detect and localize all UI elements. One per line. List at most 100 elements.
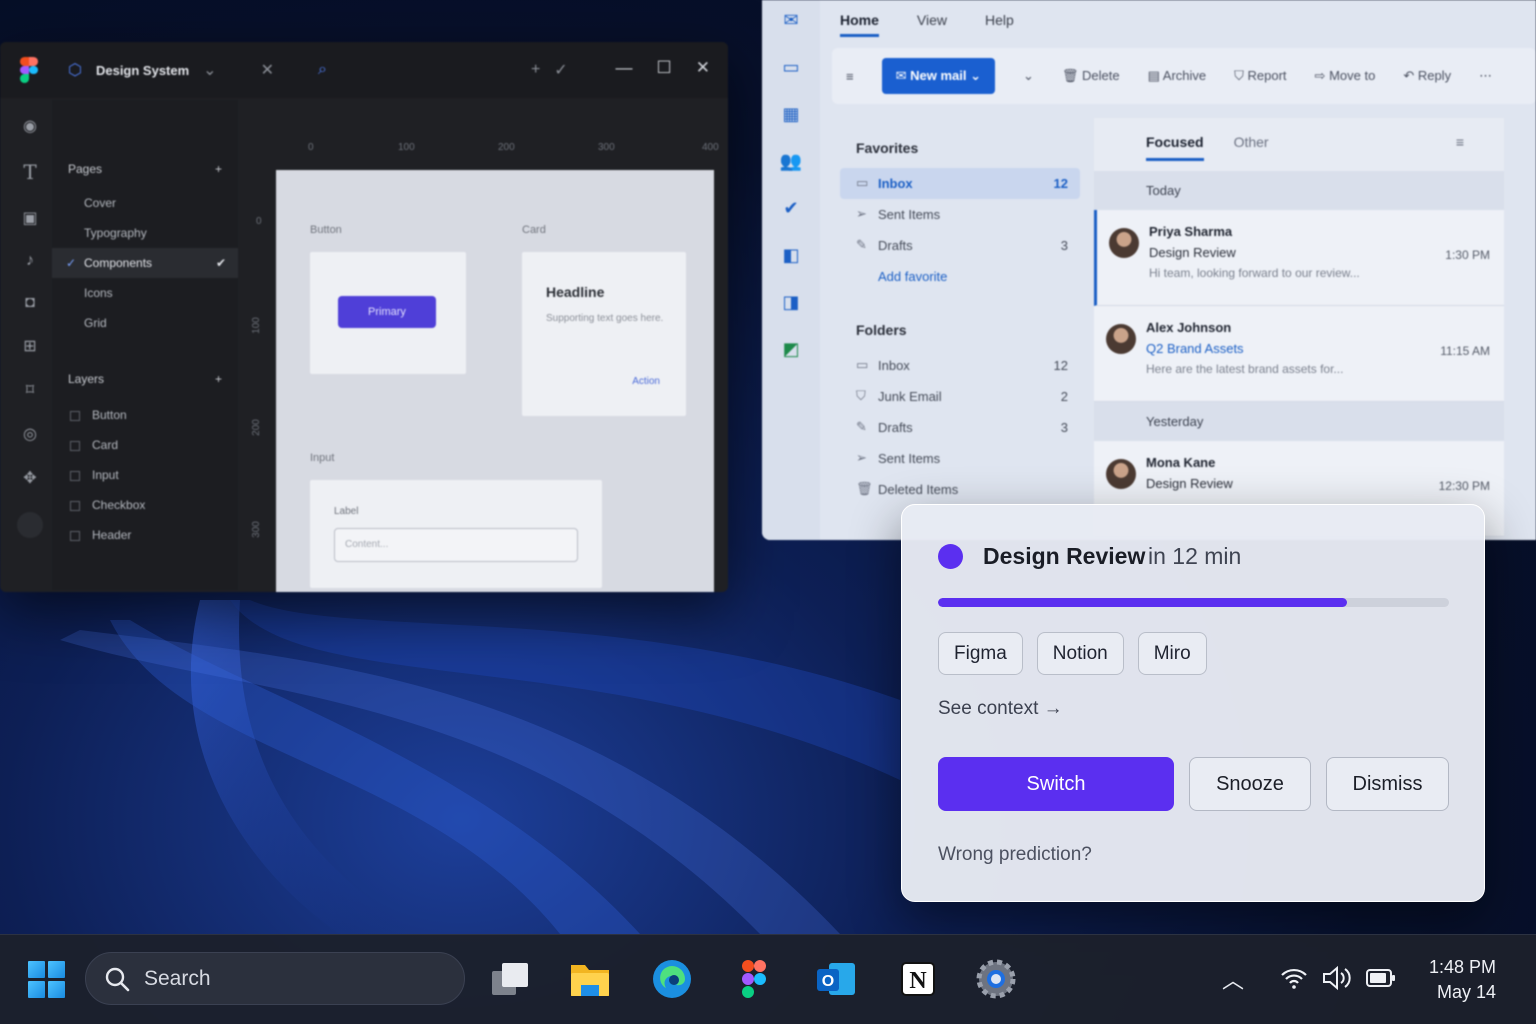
layer-item-header[interactable]: Header: [52, 520, 238, 550]
page-item-typography[interactable]: Typography: [52, 218, 238, 248]
pen-tool-icon[interactable]: ♪: [26, 252, 34, 270]
filter-icon[interactable]: ≡: [1456, 134, 1464, 161]
design-canvas[interactable]: Button Primary Card Headline Supporting …: [276, 170, 714, 592]
avatar[interactable]: [17, 512, 43, 538]
tab-focused[interactable]: Focused: [1146, 134, 1204, 161]
button-frame[interactable]: Primary: [310, 252, 466, 374]
page-item-grid[interactable]: Grid: [52, 308, 238, 338]
battery-icon[interactable]: [1366, 968, 1396, 988]
chevron-down-icon[interactable]: ⌄: [1023, 68, 1034, 84]
windows-start-icon[interactable]: [28, 961, 65, 998]
reply-button[interactable]: ↶ Reply: [1403, 68, 1451, 84]
minimize-icon[interactable]: —: [616, 58, 633, 78]
tab-view[interactable]: View: [917, 12, 947, 37]
add-layer-icon[interactable]: +: [215, 372, 222, 386]
see-context-link[interactable]: See context →: [938, 698, 1063, 720]
message-item[interactable]: Alex Johnson Q2 Brand Assets Here are th…: [1094, 306, 1504, 402]
text-field[interactable]: Content...: [334, 528, 578, 562]
folder-deleted-items[interactable]: 🗑 Deleted Items: [840, 474, 1080, 505]
search-box[interactable]: Search: [85, 952, 465, 1005]
close-tab-icon[interactable]: ✕: [261, 60, 274, 80]
message-item[interactable]: Priya Sharma Design Review Hi team, look…: [1094, 210, 1504, 306]
grid-tool-icon[interactable]: ⊞: [23, 336, 36, 356]
volume-icon[interactable]: [1322, 965, 1352, 991]
dismiss-button[interactable]: Dismiss: [1326, 757, 1449, 811]
report-button[interactable]: ⛉ Report: [1234, 68, 1286, 84]
layer-item-checkbox[interactable]: Checkbox: [52, 490, 238, 520]
folder-junk-email[interactable]: ⛉ Junk Email 2: [840, 381, 1080, 412]
excel-icon[interactable]: ◩: [782, 339, 799, 360]
outlook-window[interactable]: ✉ ▭ ▦ 👥 ✔ ◧ ◨ ◩ Home View Help ≡ ✉ New m…: [762, 0, 1536, 540]
folder-inbox[interactable]: ▭ Inbox 12: [840, 350, 1080, 381]
folder-drafts[interactable]: ✎ Drafts 3: [840, 412, 1080, 443]
new-mail-label: New mail: [910, 68, 967, 83]
page-item-cover[interactable]: Cover: [52, 188, 238, 218]
comment-tool-icon[interactable]: ◎: [23, 424, 37, 444]
teams-icon[interactable]: ◨: [782, 292, 799, 313]
word-icon[interactable]: ◧: [782, 245, 799, 266]
folder-sent-items[interactable]: ➢ Sent Items: [840, 443, 1080, 474]
more-icon[interactable]: ⋯: [1479, 68, 1492, 84]
card-action-link[interactable]: Action: [632, 376, 660, 387]
people-icon[interactable]: 👥: [780, 151, 802, 172]
todo-icon[interactable]: ✔: [783, 198, 798, 219]
favorite-inbox[interactable]: ▭ Inbox 12: [840, 168, 1080, 199]
settings-icon[interactable]: [974, 957, 1018, 1001]
add-favorite-link[interactable]: Add favorite: [840, 261, 1080, 292]
add-icon[interactable]: +: [531, 61, 540, 79]
group-header-yesterday[interactable]: Yesterday: [1094, 402, 1504, 441]
new-mail-button[interactable]: ✉ New mail ⌄: [881, 58, 995, 94]
wifi-icon[interactable]: [1280, 966, 1308, 990]
primary-button[interactable]: Primary: [338, 296, 436, 328]
favorite-sent-items[interactable]: ➢ Sent Items: [840, 199, 1080, 230]
check-icon[interactable]: ✓: [554, 60, 567, 80]
chevron-up-icon[interactable]: ︿: [1222, 963, 1244, 995]
task-view-icon[interactable]: [488, 957, 532, 1001]
layer-item-button[interactable]: Button: [52, 400, 238, 430]
text-tool-icon[interactable]: T: [23, 160, 36, 184]
close-icon[interactable]: ✕: [696, 58, 710, 78]
frame-tool-icon[interactable]: ▣: [22, 208, 37, 228]
card-frame[interactable]: Headline Supporting text goes here. Acti…: [522, 252, 686, 416]
group-header-today[interactable]: Today: [1094, 171, 1504, 210]
figma-icon[interactable]: [732, 957, 776, 1001]
edge-icon[interactable]: [650, 957, 694, 1001]
page-item-components[interactable]: ✓ Components ✔: [52, 248, 238, 278]
file-explorer-icon[interactable]: [568, 957, 612, 1001]
clock[interactable]: 1:48 PM May 14: [1428, 955, 1496, 1005]
favorite-drafts[interactable]: ✎ Drafts 3: [840, 230, 1080, 261]
figma-window[interactable]: ⬡ Design System ⌄ ✕ ⌕ + ✓ — ☐ ✕ ◉ T ▣ ♪ …: [0, 42, 728, 592]
outlook-icon[interactable]: ✉: [783, 10, 798, 31]
delete-button[interactable]: 🗑 Delete: [1062, 68, 1120, 84]
file-title[interactable]: Design System: [96, 63, 189, 78]
hamburger-icon[interactable]: ≡: [846, 69, 854, 84]
mail-icon[interactable]: ▭: [782, 57, 799, 78]
archive-button[interactable]: ▤ Archive: [1148, 68, 1207, 84]
chip-figma[interactable]: Figma: [938, 632, 1023, 675]
crop-tool-icon[interactable]: ⌑: [26, 380, 34, 400]
tab-other[interactable]: Other: [1234, 134, 1269, 161]
page-item-icons[interactable]: Icons: [52, 278, 238, 308]
move-to-button[interactable]: ⇨ Move to: [1315, 68, 1376, 84]
chip-notion[interactable]: Notion: [1036, 632, 1124, 675]
switch-button[interactable]: Switch: [938, 757, 1174, 811]
layer-item-input[interactable]: Input: [52, 460, 238, 490]
outlook-icon[interactable]: O: [814, 957, 858, 1001]
layer-item-card[interactable]: Card: [52, 430, 238, 460]
progress-fill: [938, 598, 1347, 607]
tab-help[interactable]: Help: [985, 12, 1014, 37]
tab-home[interactable]: Home: [840, 12, 879, 37]
chevron-down-icon[interactable]: ⌄: [203, 60, 216, 80]
notion-icon[interactable]: N: [896, 957, 940, 1001]
maximize-icon[interactable]: ☐: [657, 58, 672, 78]
chip-miro[interactable]: Miro: [1137, 632, 1207, 675]
component-tool-icon[interactable]: ◘: [25, 294, 35, 312]
search-icon[interactable]: ⌕: [318, 61, 327, 79]
add-page-icon[interactable]: +: [215, 162, 222, 176]
input-frame[interactable]: Label Content...: [310, 480, 602, 588]
hand-tool-icon[interactable]: ✥: [23, 468, 36, 488]
calendar-icon[interactable]: ▦: [782, 104, 799, 125]
move-tool-icon[interactable]: ◉: [23, 116, 37, 136]
wrong-prediction-link[interactable]: Wrong prediction?: [938, 844, 1092, 866]
snooze-button[interactable]: Snooze: [1189, 757, 1311, 811]
